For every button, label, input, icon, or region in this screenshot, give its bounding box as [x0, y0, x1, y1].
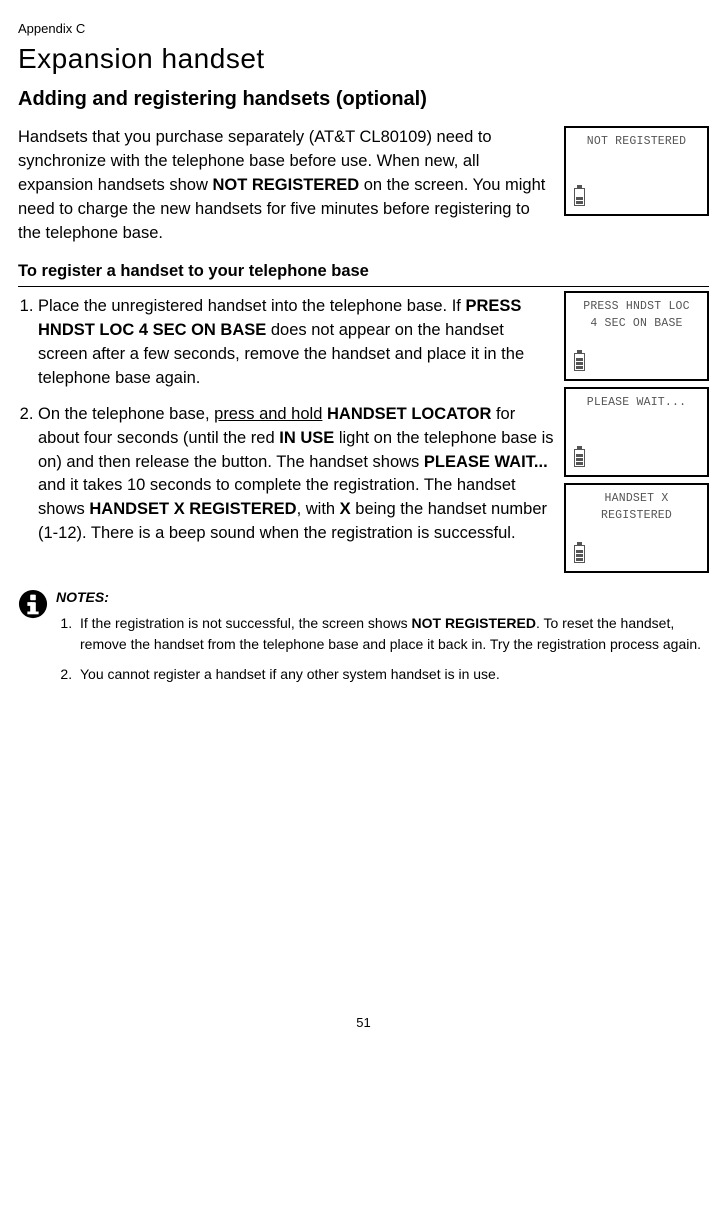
register-heading: To register a handset to your telephone …	[18, 260, 709, 284]
note1-t1: If the registration is not successful, t…	[80, 615, 412, 631]
lcd-please-wait: PLEASE WAIT...	[564, 387, 709, 477]
battery-icon	[574, 188, 585, 206]
lcd-text: PLEASE WAIT...	[587, 396, 686, 409]
notes-list: If the registration is not successful, t…	[56, 613, 709, 684]
step2-u1: press and hold	[214, 405, 322, 423]
step-2: On the telephone base, press and hold HA…	[38, 403, 556, 547]
note-2: You cannot register a handset if any oth…	[76, 664, 709, 684]
battery-icon	[574, 353, 585, 371]
info-icon	[18, 589, 48, 619]
step1-t1: Place the unregistered handset into the …	[38, 297, 465, 315]
lcd-not-registered: NOT REGISTERED	[564, 126, 709, 216]
lcd-press-hndst: PRESS HNDST LOC 4 SEC ON BASE	[564, 291, 709, 381]
notes-heading: NOTES:	[56, 587, 709, 607]
step2-b5: X	[340, 500, 351, 518]
appendix-label: Appendix C	[18, 20, 709, 39]
steps-list: Place the unregistered handset into the …	[18, 295, 556, 546]
lcd-text-l1: PRESS HNDST LOC	[583, 300, 690, 313]
divider	[18, 286, 709, 287]
page-title: Expansion handset	[18, 39, 709, 80]
lcd-handset-registered: HANDSET X REGISTERED	[564, 483, 709, 573]
step2-b4: HANDSET X REGISTERED	[89, 500, 296, 518]
lcd-text-l1: HANDSET X	[605, 492, 669, 505]
lcd-text: NOT REGISTERED	[587, 135, 686, 148]
intro-paragraph: Handsets that you purchase separately (A…	[18, 126, 556, 246]
lcd-text-l2: REGISTERED	[570, 508, 703, 525]
step2-b3: PLEASE WAIT...	[424, 453, 548, 471]
step2-t6: , with	[297, 500, 340, 518]
step2-b2: IN USE	[279, 429, 334, 447]
lcd-text-l2: 4 SEC ON BASE	[570, 316, 703, 333]
section-heading: Adding and registering handsets (optiona…	[18, 85, 709, 114]
page-number: 51	[18, 1014, 709, 1033]
note1-b1: NOT REGISTERED	[412, 615, 536, 631]
intro-bold-1: NOT REGISTERED	[212, 176, 359, 194]
note-1: If the registration is not successful, t…	[76, 613, 709, 654]
battery-icon	[574, 545, 585, 563]
step2-t1: On the telephone base,	[38, 405, 214, 423]
battery-icon	[574, 449, 585, 467]
step-1: Place the unregistered handset into the …	[38, 295, 556, 391]
step2-b1: HANDSET LOCATOR	[327, 405, 491, 423]
